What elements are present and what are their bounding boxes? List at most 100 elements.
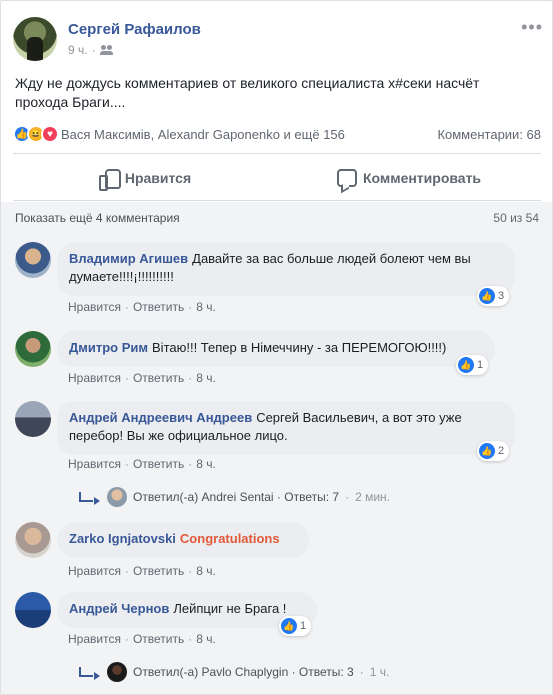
commenter-name[interactable]: Андрей Андреевич Андреев xyxy=(69,410,252,425)
comment-text: Вітаю!!! Тепер в Німеччину - за ПЕРЕМОГО… xyxy=(152,340,447,355)
dot-separator: · xyxy=(124,457,129,471)
dot-separator: · xyxy=(91,43,96,57)
commenter-avatar[interactable] xyxy=(15,331,51,367)
comment-like-link[interactable]: Нравится xyxy=(68,632,121,646)
dot-separator: · xyxy=(124,371,129,385)
comments-count[interactable]: Комментарии: 68 xyxy=(437,127,541,142)
comment-text: Лейпциг не Брага ! xyxy=(173,601,287,616)
show-more-comments-link[interactable]: Показать ещё 4 комментария xyxy=(15,211,180,225)
commenter-avatar[interactable] xyxy=(15,522,51,558)
comment-time[interactable]: 8 ч. xyxy=(196,632,216,646)
reaction-icons[interactable]: 👍 😆 ♥ xyxy=(13,125,59,143)
commenter-avatar[interactable] xyxy=(15,242,51,278)
post-time[interactable]: 9 ч. xyxy=(68,43,88,57)
comment-like-link[interactable]: Нравится xyxy=(68,564,121,578)
replies-link[interactable]: Ответил(-а) Pavlo Chaplygin · Ответы: 3 … xyxy=(79,662,389,682)
comment-likes-count: 3 xyxy=(498,290,505,302)
reactors-text[interactable]: Вася Максимів, Alexandr Gaponenko и ещё … xyxy=(61,127,345,142)
comment-reply-link[interactable]: Ответить xyxy=(133,300,184,314)
dot-separator: · xyxy=(124,564,129,578)
comment-reactions[interactable]: 👍 1 xyxy=(456,355,489,375)
reply-arrow-icon xyxy=(79,667,100,680)
dot-separator: · xyxy=(124,300,129,314)
author-name[interactable]: Сергей Рафаилов xyxy=(68,21,201,38)
commenter-name[interactable]: Zarko Ignjatovski xyxy=(69,531,176,546)
comment-reply-link[interactable]: Ответить xyxy=(133,457,184,471)
like-button-label: Нравится xyxy=(124,170,192,186)
author-avatar[interactable] xyxy=(13,17,57,61)
comment-like-link[interactable]: Нравится xyxy=(68,371,121,385)
dot-separator: · xyxy=(188,300,193,314)
post-header: Сергей Рафаилов 9 ч. · ••• xyxy=(13,13,543,61)
comment-bubble: Андрей Чернов Лейпциг не Брага ! xyxy=(57,592,317,628)
reply-arrow-icon xyxy=(79,492,100,505)
comment-reply-link[interactable]: Ответить xyxy=(133,632,184,646)
comment-reactions[interactable]: 👍 1 xyxy=(279,616,312,636)
reactions-summary: 👍 😆 ♥ Вася Максимів, Alexandr Gaponenko … xyxy=(13,123,541,145)
divider xyxy=(13,200,541,201)
comment-item: Андрей Андреевич Андреев Сергей Васильеви… xyxy=(13,401,541,491)
comments-header: Показать ещё 4 комментария 50 из 54 xyxy=(15,211,539,225)
dot-separator: · xyxy=(345,490,350,504)
comment-button-label: Комментировать xyxy=(362,170,482,186)
comment-like-link[interactable]: Нравится xyxy=(68,457,121,471)
like-button[interactable]: Нравится xyxy=(13,159,277,197)
dot-separator: · xyxy=(124,632,129,646)
comment-bubble: Владимир Агишев Давайте за вас больше люд… xyxy=(57,242,515,296)
comment-actions: Нравится · Ответить · 8 ч. xyxy=(68,371,216,385)
comment-bubble: Андрей Андреевич Андреев Сергей Васильеви… xyxy=(57,401,515,455)
comment-text: Congratulations xyxy=(179,531,280,546)
comment-item: Zarko Ignjatovski Congratulations Нравитс… xyxy=(13,522,541,582)
action-bar: Нравится Комментировать xyxy=(13,159,541,197)
comment-button[interactable]: Комментировать xyxy=(277,159,541,197)
comment-item: Андрей Чернов Лейпциг не Брага ! 👍 1 Нрав… xyxy=(13,592,541,652)
replies-link[interactable]: Ответил(-а) Andrei Sentai · Ответы: 7 · … xyxy=(79,487,390,507)
dot-separator: · xyxy=(188,457,193,471)
comment-reactions[interactable]: 👍 3 xyxy=(477,286,510,306)
comment-time[interactable]: 8 ч. xyxy=(196,564,216,578)
comment-reply-link[interactable]: Ответить xyxy=(133,371,184,385)
comment-actions: Нравится · Ответить · 8 ч. xyxy=(68,632,216,646)
friends-icon[interactable] xyxy=(99,45,114,55)
post-meta: 9 ч. · xyxy=(68,43,114,57)
dot-separator: · xyxy=(188,632,193,646)
dot-separator: · xyxy=(188,564,193,578)
comments-pager: 50 из 54 xyxy=(493,211,539,225)
commenter-avatar[interactable] xyxy=(15,592,51,628)
comments-section: Показать ещё 4 комментария 50 из 54 Влад… xyxy=(1,202,552,694)
comment-likes-count: 1 xyxy=(300,620,307,632)
comment-item: Дмитро Рим Вітаю!!! Тепер в Німеччину - з… xyxy=(13,331,541,391)
comment-actions: Нравится · Ответить · 8 ч. xyxy=(68,457,216,471)
commenter-name[interactable]: Андрей Чернов xyxy=(69,601,169,616)
more-options-icon[interactable]: ••• xyxy=(521,17,543,38)
commenter-avatar[interactable] xyxy=(15,401,51,437)
commenter-name[interactable]: Владимир Агишев xyxy=(69,251,188,266)
comment-bubble: Zarko Ignjatovski Congratulations xyxy=(57,522,309,558)
post-text: Жду не дождусь комментариев от великого … xyxy=(15,75,480,110)
comment-bubble-icon xyxy=(336,169,357,187)
like-reaction-icon: 👍 xyxy=(281,618,297,634)
comment-time[interactable]: 8 ч. xyxy=(196,371,216,385)
post-card: Сергей Рафаилов 9 ч. · ••• Жду не дождус… xyxy=(0,0,553,695)
replier-avatar xyxy=(107,662,127,682)
dot-separator: · xyxy=(188,371,193,385)
comment-reply-link[interactable]: Ответить xyxy=(133,564,184,578)
love-reaction-icon: ♥ xyxy=(41,125,59,143)
comment-like-link[interactable]: Нравится xyxy=(68,300,121,314)
like-reaction-icon: 👍 xyxy=(479,443,495,459)
reply-summary: Ответил(-а) Pavlo Chaplygin · Ответы: 3 xyxy=(133,665,354,679)
like-reaction-icon: 👍 xyxy=(479,288,495,304)
like-reaction-icon: 👍 xyxy=(458,357,474,373)
comment-reactions[interactable]: 👍 2 xyxy=(477,441,510,461)
reply-time: 2 мин. xyxy=(355,490,390,504)
commenter-name[interactable]: Дмитро Рим xyxy=(69,340,148,355)
replier-avatar xyxy=(107,487,127,507)
divider xyxy=(13,153,541,154)
comment-likes-count: 1 xyxy=(477,359,484,371)
reply-time: 1 ч. xyxy=(369,665,390,679)
dot-separator: · xyxy=(359,665,364,679)
comment-time[interactable]: 8 ч. xyxy=(196,300,216,314)
comment-actions: Нравится · Ответить · 8 ч. xyxy=(68,564,216,578)
comment-bubble: Дмитро Рим Вітаю!!! Тепер в Німеччину - з… xyxy=(57,331,495,367)
comment-time[interactable]: 8 ч. xyxy=(196,457,216,471)
